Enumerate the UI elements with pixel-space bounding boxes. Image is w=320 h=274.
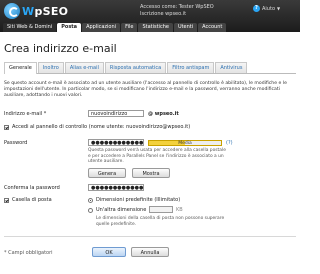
tab-general[interactable]: Generale	[4, 62, 37, 74]
tab-forwarding[interactable]: Inoltro	[37, 62, 64, 73]
help-icon: ?	[253, 5, 260, 12]
strength-label: Media	[178, 141, 192, 146]
password-hint: Questa password verrà usata per accedere…	[88, 148, 226, 164]
tab-aliases[interactable]: Alias e-mail	[64, 62, 104, 73]
email-domain: @ wpseo.it	[148, 111, 179, 117]
size-hint: Le dimensioni della casella di posta non…	[96, 216, 225, 227]
password-help-link[interactable]: (?)	[226, 140, 233, 146]
nav-item-files[interactable]: File	[121, 23, 138, 32]
logo-icon	[4, 3, 20, 19]
nav-item-mail[interactable]: Posta	[57, 23, 82, 32]
confirm-password-field[interactable]: ●●●●●●●●●●●●	[88, 184, 144, 191]
main-nav: Siti Web & Domini Posta Applicazioni Fil…	[0, 22, 227, 32]
other-size-radio[interactable]	[88, 207, 93, 213]
email-field[interactable]: nuovoindirizzo	[88, 110, 144, 117]
intro-text: Se questo account e-mail è associato ad …	[4, 81, 287, 98]
nav-item-sites[interactable]: Siti Web & Domini	[3, 23, 57, 32]
logo-suffix: pSEO	[34, 4, 69, 18]
tab-autoreply[interactable]: Risposta automatica	[104, 62, 167, 73]
settings-tabs: Generale Inoltro Alias e-mail Risposta a…	[4, 62, 296, 74]
default-size-row: Dimensioni predefinite (Illimitato)	[88, 197, 180, 203]
nav-item-account[interactable]: Account	[198, 23, 227, 32]
wpseo-logo[interactable]: WpSEO	[4, 3, 68, 19]
default-size-radio[interactable]	[88, 197, 93, 203]
cp-access-label: Accedi al pannello di controllo (nome ut…	[12, 124, 191, 130]
top-header: WpSEO Accesso come: Tester WpSEO Iscrizi…	[0, 0, 300, 32]
ok-button[interactable]: OK	[92, 247, 126, 257]
confirm-password-label: Conferma la password	[4, 185, 60, 191]
default-size-label: Dimensioni predefinite (Illimitato)	[96, 197, 181, 203]
other-size-row: Un'altra dimensione	[88, 207, 146, 213]
generate-button[interactable]: Genera	[88, 168, 126, 178]
nav-item-statistics[interactable]: Statistiche	[138, 23, 173, 32]
required-note: * Campi obbligatori	[4, 250, 53, 256]
other-size-label: Un'altra dimensione	[96, 207, 147, 213]
cp-access-row: Accedi al pannello di controllo (nome ut…	[4, 124, 190, 130]
password-strength-meter: Media	[148, 140, 222, 146]
page-title: Crea indirizzo e-mail	[4, 42, 117, 55]
show-button[interactable]: Mostra	[132, 168, 170, 178]
logo-prefix: W	[22, 4, 35, 18]
mailbox-checkbox[interactable]	[4, 197, 9, 203]
tab-antispam[interactable]: Filtro antispam	[167, 62, 215, 73]
help-menu[interactable]: ? Aiuto ▼	[253, 5, 280, 12]
cp-access-checkbox[interactable]	[4, 124, 9, 130]
other-size-field[interactable]	[149, 206, 173, 213]
password-label: Password	[4, 140, 28, 146]
account-line: Accesso come: Tester WpSEO	[140, 4, 214, 10]
other-size-unit: KB	[176, 207, 183, 213]
subscription-line[interactable]: Iscrizione wpseo.it	[140, 11, 214, 18]
mailbox-row: Casella di posta	[4, 197, 52, 203]
nav-item-users[interactable]: Utenti	[173, 23, 198, 32]
password-field[interactable]: ●●●●●●●●●●●●	[88, 139, 144, 146]
email-label: Indirizzo e-mail *	[4, 111, 47, 117]
help-label: Aiuto	[262, 5, 275, 12]
tab-antivirus[interactable]: Antivirus	[215, 62, 248, 73]
nav-item-applications[interactable]: Applicazioni	[82, 23, 121, 32]
account-info: Accesso come: Tester WpSEO Iscrizione wp…	[140, 4, 214, 18]
form-divider	[4, 236, 296, 237]
chevron-down-icon: ▼	[277, 6, 281, 11]
mailbox-label: Casella di posta	[12, 197, 52, 203]
cancel-button[interactable]: Annulla	[131, 247, 169, 257]
